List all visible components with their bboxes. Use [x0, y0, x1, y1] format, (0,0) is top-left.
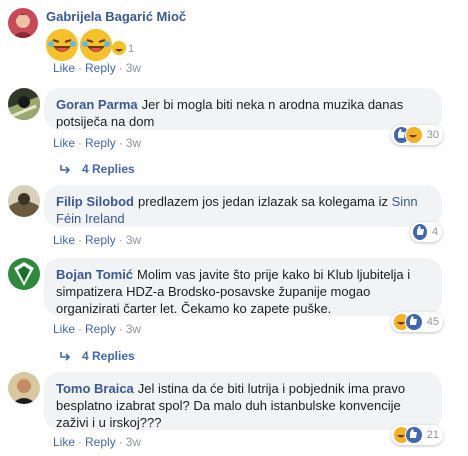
like-link[interactable]: Like — [53, 435, 75, 449]
comment-bubble: Filip Silobod predlazem jos jedan izlazak… — [44, 185, 442, 227]
separator: · — [118, 136, 123, 150]
comment-bubble: Goran Parma Jer bi mogla biti neka n arod… — [44, 88, 442, 130]
avatar-tomo[interactable] — [8, 372, 40, 404]
replies-label[interactable]: 4 Replies — [82, 162, 135, 176]
reaction-count[interactable]: 1 — [128, 43, 134, 55]
comment-author[interactable]: Bojan Tomić — [56, 267, 133, 282]
separator: · — [118, 61, 123, 75]
reaction-summary[interactable]: 4 — [410, 222, 442, 242]
view-replies-link[interactable]: 4 Replies — [60, 162, 135, 176]
avatar-bojan[interactable] — [8, 258, 40, 290]
reply-arrow-icon — [60, 165, 71, 174]
timestamp[interactable]: 3w — [126, 136, 141, 150]
like-link[interactable]: Like — [53, 233, 75, 247]
avatar-goran[interactable] — [8, 88, 40, 120]
comment-bubble: Tomo Braica Jel istina da će biti lutrija… — [44, 372, 442, 430]
reaction-count: 21 — [426, 429, 439, 441]
comment-author[interactable]: Goran Parma — [56, 97, 138, 112]
like-reaction-icon — [412, 223, 428, 241]
separator: · — [118, 435, 123, 449]
comment-actions: Like · Reply · 3w — [53, 233, 141, 247]
like-reaction-icon — [405, 426, 423, 444]
replies-label[interactable]: 4 Replies — [82, 349, 135, 363]
like-reaction-icon — [405, 313, 423, 331]
view-replies-link[interactable]: 4 Replies — [60, 349, 135, 363]
reply-link[interactable]: Reply — [85, 322, 116, 336]
comment-actions: Like · Reply · 3w — [53, 435, 141, 449]
haha-sticker-1 — [46, 29, 78, 61]
comment-actions: Like · Reply · 3w — [53, 61, 141, 75]
timestamp[interactable]: 3w — [126, 233, 141, 247]
reaction-summary[interactable]: 21 — [391, 425, 443, 445]
reply-arrow-icon — [60, 352, 71, 361]
separator: · — [118, 233, 123, 247]
comment-text: predlazem jos jedan izlazak sa kolegama … — [138, 194, 389, 209]
like-link[interactable]: Like — [53, 61, 75, 75]
avatar-gabrijela[interactable] — [8, 8, 38, 38]
like-link[interactable]: Like — [53, 322, 75, 336]
timestamp[interactable]: 3w — [126, 435, 141, 449]
separator: · — [78, 61, 83, 75]
reaction-count: 45 — [426, 316, 439, 328]
reaction-count: 4 — [432, 226, 439, 238]
timestamp[interactable]: 3w — [126, 322, 141, 336]
haha-sticker-2 — [80, 29, 112, 61]
comment-actions: Like · Reply · 3w — [53, 136, 141, 150]
reply-link[interactable]: Reply — [85, 136, 116, 150]
comment-author[interactable]: Gabrijela Bagarić Mioč — [46, 9, 186, 24]
separator: · — [78, 322, 83, 336]
haha-reaction-icon — [405, 126, 423, 144]
reaction-count: 30 — [426, 129, 439, 141]
comment-bubble: Bojan Tomić Molim vas javite što prije ka… — [44, 258, 442, 316]
comment-author[interactable]: Tomo Braica — [56, 381, 134, 396]
comment-actions: Like · Reply · 3w — [53, 322, 141, 336]
like-link[interactable]: Like — [53, 136, 75, 150]
separator: · — [118, 322, 123, 336]
haha-icon — [112, 41, 126, 55]
timestamp[interactable]: 3w — [126, 61, 141, 75]
separator: · — [78, 435, 83, 449]
separator: · — [78, 233, 83, 247]
reply-link[interactable]: Reply — [85, 233, 116, 247]
reaction-summary[interactable]: 30 — [391, 125, 443, 145]
reply-link[interactable]: Reply — [85, 435, 116, 449]
separator: · — [78, 136, 83, 150]
reply-link[interactable]: Reply — [85, 61, 116, 75]
avatar-filip[interactable] — [8, 185, 40, 217]
reaction-summary[interactable]: 45 — [391, 312, 443, 332]
comment-author[interactable]: Filip Silobod — [56, 194, 134, 209]
